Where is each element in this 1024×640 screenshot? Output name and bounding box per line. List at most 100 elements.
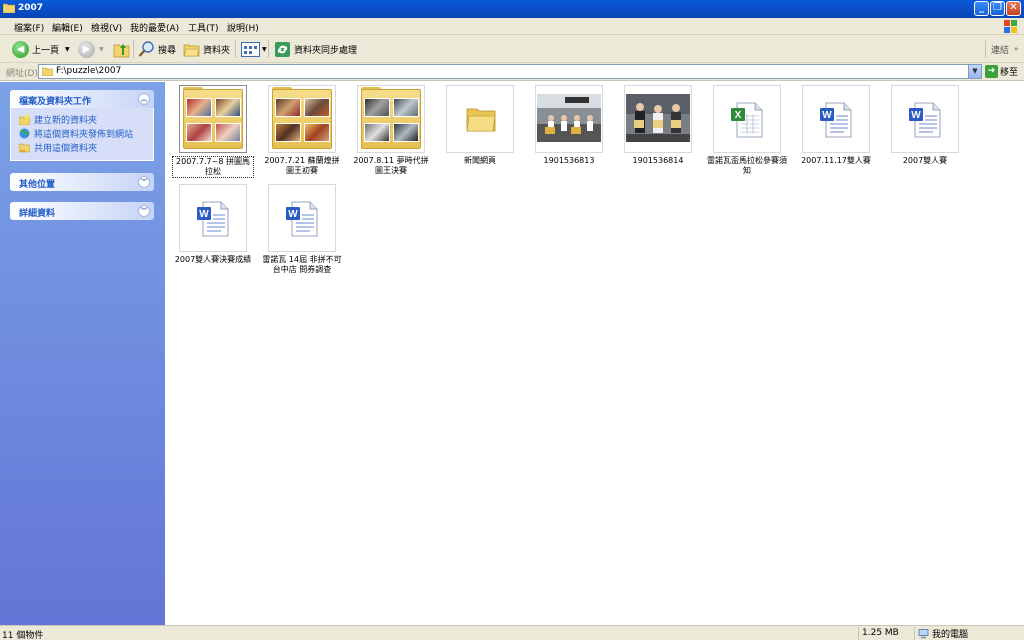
back-button[interactable]: ◀ 上一頁 ▼ — [12, 40, 70, 58]
chevron-down-icon: ▼ — [65, 45, 70, 53]
menu-bar: 檔案(F) 編輯(E) 檢視(V) 我的最愛(A) 工具(T) 說明(H) — [0, 18, 1024, 35]
location-label: 我的電腦 — [932, 630, 969, 640]
folders-icon — [183, 44, 200, 56]
list-item[interactable]: X 雷諾瓦盃馬拉松參賽須知 — [706, 85, 788, 176]
sync-folder-button[interactable]: 資料夾同步處理 — [274, 40, 357, 58]
list-item[interactable]: 1901536813 — [528, 85, 610, 166]
up-folder-button[interactable] — [113, 40, 130, 58]
item-label: 1901536813 — [543, 156, 595, 165]
address-dropdown-button[interactable]: ▼ — [968, 65, 981, 78]
item-label: 2007雙人賽 — [902, 156, 948, 165]
item-label: 2007.7.21 蘇蘭煌拼圖王初賽 — [264, 156, 340, 175]
list-item[interactable]: W 2007.11.17雙人賽 — [795, 85, 877, 166]
folder-icon — [3, 3, 15, 13]
go-button[interactable]: ➜ 移至 — [985, 65, 1018, 78]
my-computer-icon — [918, 628, 929, 638]
search-label: 搜尋 — [158, 45, 177, 56]
close-button[interactable]: ✕ — [1006, 1, 1021, 16]
menu-edit[interactable]: 編輯(E) — [52, 21, 83, 34]
maximize-button[interactable]: ❐ — [990, 1, 1005, 16]
word-file-icon: W — [286, 201, 318, 237]
toolbar: ◀ 上一頁 ▼ ▶ ▼ 搜尋 資料夾 ▼ 資料夾同步處理 連結 » — [0, 35, 1024, 63]
list-item[interactable]: W 2007雙人賽 — [884, 85, 966, 166]
folders-label: 資料夾 — [203, 45, 231, 56]
photo-thumbnail — [535, 85, 603, 153]
item-label: 2007.7.7~8 拼圖馬拉松 — [172, 156, 254, 178]
folders-button[interactable]: 資料夾 — [183, 40, 230, 58]
back-arrow-icon: ◀ — [12, 40, 29, 58]
list-item[interactable]: 1901536814 — [617, 85, 699, 166]
menu-tools[interactable]: 工具(T) — [188, 21, 219, 34]
task-publish-web[interactable]: 將這個資料夾發佈到網站 — [19, 126, 153, 140]
menu-help[interactable]: 說明(H) — [227, 21, 259, 34]
location-indicator: 我的電腦 — [914, 627, 1024, 640]
go-label: 移至 — [1000, 68, 1019, 78]
menu-file[interactable]: 檔案(F) — [14, 21, 44, 34]
folder-icon — [466, 108, 496, 132]
title-bar: 2007 _ ❐ ✕ — [0, 0, 1024, 18]
photo-image — [626, 94, 690, 142]
address-input[interactable]: F:\puzzle\2007 ▼ — [38, 64, 982, 79]
collapse-icon[interactable]: ︽ — [138, 93, 150, 105]
svg-text:W: W — [822, 110, 832, 121]
details-header[interactable]: 詳細資料 ︾ — [10, 202, 154, 220]
chevron-down-icon: ▼ — [99, 45, 104, 53]
task-publish-web-label: 將這個資料夾發佈到網站 — [34, 129, 134, 140]
other-places-panel: 其他位置 ︾ — [10, 173, 154, 191]
menu-view[interactable]: 檢視(V) — [91, 21, 122, 34]
forward-button[interactable]: ▶ ▼ — [78, 40, 104, 58]
list-item[interactable]: 2007.8.11 夢時代拼圖王決賽 — [350, 85, 432, 176]
task-new-folder[interactable]: 建立新的資料夾 — [19, 112, 153, 126]
folder-thumbnail — [268, 85, 336, 153]
back-label: 上一頁 — [32, 45, 60, 56]
other-places-title: 其他位置 — [19, 180, 56, 190]
menu-favorites[interactable]: 我的最愛(A) — [130, 21, 179, 34]
word-file-icon: W — [909, 102, 941, 138]
task-share-folder-label: 共用這個資料夾 — [34, 143, 98, 154]
new-folder-icon — [19, 114, 30, 125]
window-title: 2007 — [18, 3, 44, 13]
task-pane: 檔案及資料夾工作 ︽ 建立新的資料夾 將這個資料夾發佈到網站 共用這個資料夾 其… — [0, 82, 165, 625]
search-button[interactable]: 搜尋 — [138, 40, 176, 58]
file-view: 2007.7.7~8 拼圖馬拉松 2007.7.21 蘇蘭煌拼圖王初賽 2007… — [165, 82, 1024, 625]
list-item[interactable]: W 2007雙人賽決賽成績 — [172, 184, 254, 265]
other-places-header[interactable]: 其他位置 ︾ — [10, 173, 154, 191]
links-label[interactable]: 連結 — [991, 40, 1009, 58]
svg-text:X: X — [735, 110, 742, 121]
views-button[interactable]: ▼ — [241, 40, 267, 58]
list-item[interactable]: 新聞網頁 — [439, 85, 521, 166]
minimize-button[interactable]: _ — [974, 1, 989, 16]
task-share-folder[interactable]: 共用這個資料夾 — [19, 140, 153, 154]
expand-icon[interactable]: ︾ — [138, 176, 150, 188]
task-new-folder-label: 建立新的資料夾 — [34, 115, 98, 126]
share-folder-icon — [19, 143, 30, 152]
windows-logo-icon — [1004, 20, 1017, 33]
word-thumbnail: W — [891, 85, 959, 153]
list-item[interactable]: 2007.7.7~8 拼圖馬拉松 — [172, 85, 254, 178]
excel-thumbnail: X — [713, 85, 781, 153]
list-item[interactable]: W 雷諾瓦 14屆 非拼不可 台中店 問券調查 — [261, 184, 343, 275]
expand-icon[interactable]: ︾ — [138, 205, 150, 217]
item-label: 1901536814 — [632, 156, 684, 165]
up-folder-icon — [113, 43, 130, 57]
toolbar-overflow-icon[interactable]: » — [1014, 40, 1018, 58]
search-icon — [138, 40, 154, 57]
list-item[interactable]: 2007.7.21 蘇蘭煌拼圖王初賽 — [261, 85, 343, 176]
photo-thumbnail — [624, 85, 692, 153]
folder-thumbnail — [179, 85, 247, 153]
object-count: 11 個物件 — [2, 631, 44, 640]
word-thumbnail: W — [268, 184, 336, 252]
chevron-down-icon: ▼ — [262, 45, 267, 53]
item-label: 雷諾瓦盃馬拉松參賽須知 — [707, 156, 787, 175]
file-folder-tasks-panel: 檔案及資料夾工作 ︽ 建立新的資料夾 將這個資料夾發佈到網站 共用這個資料夾 — [10, 90, 154, 161]
file-folder-tasks-header[interactable]: 檔案及資料夾工作 ︽ — [10, 90, 154, 108]
globe-icon — [19, 128, 30, 138]
address-label: 網址(D) — [6, 69, 38, 79]
sync-label: 資料夾同步處理 — [294, 45, 358, 56]
excel-file-icon: X — [731, 102, 763, 138]
svg-text:W: W — [288, 209, 298, 220]
status-bar: 11 個物件 1.25 MB 我的電腦 — [0, 625, 1024, 640]
details-panel: 詳細資料 ︾ — [10, 202, 154, 220]
svg-text:W: W — [911, 110, 921, 121]
item-label: 雷諾瓦 14屆 非拼不可 台中店 問券調查 — [262, 255, 342, 274]
